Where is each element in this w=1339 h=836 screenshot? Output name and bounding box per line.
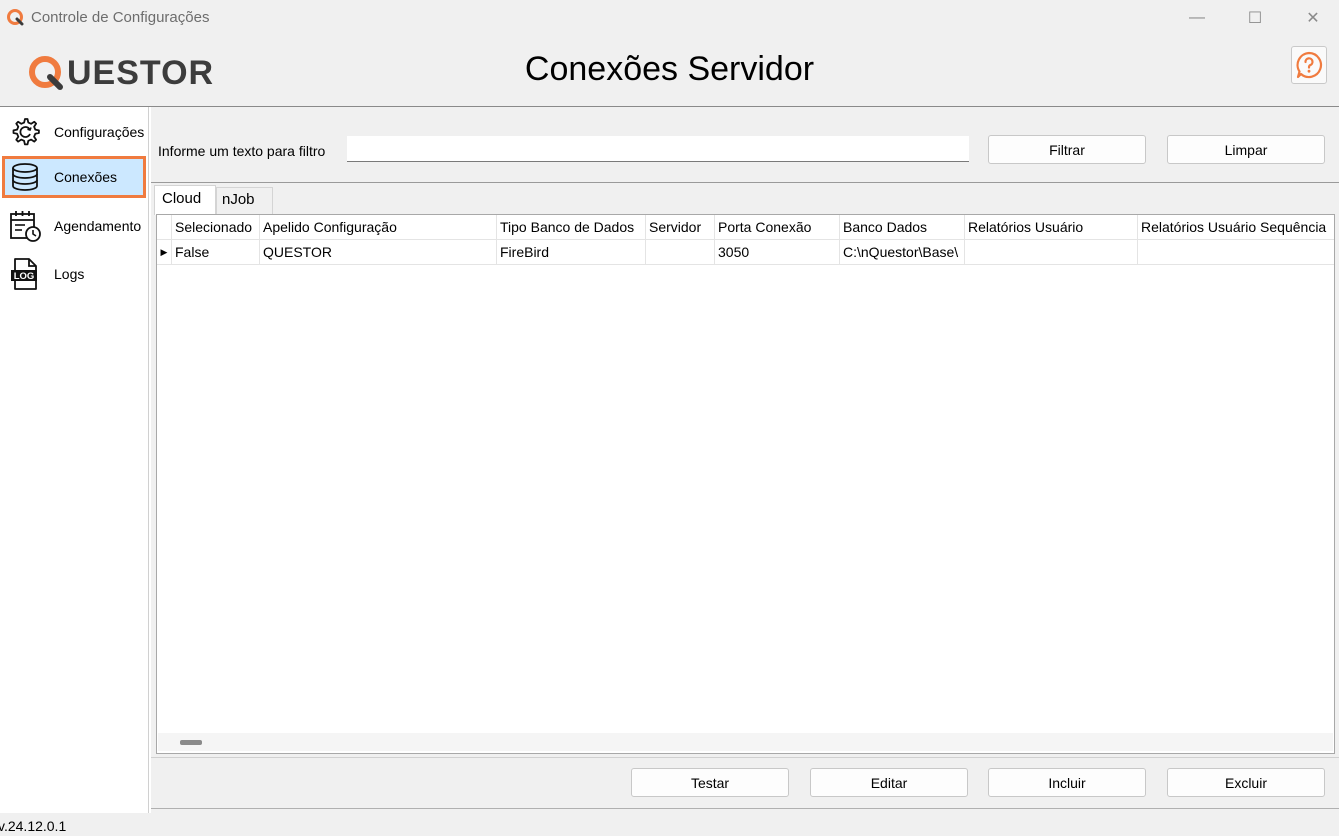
filter-button[interactable]: Filtrar <box>988 135 1146 164</box>
test-button[interactable]: Testar <box>631 768 789 797</box>
header: UESTOR Conexões Servidor <box>0 36 1339 107</box>
window-title: Controle de Configurações <box>31 9 210 26</box>
delete-button[interactable]: Excluir <box>1167 768 1325 797</box>
svg-text:LOG: LOG <box>14 271 35 282</box>
sidebar-item-logs[interactable]: LOG Logs <box>2 253 146 295</box>
sidebar-item-label: Logs <box>54 266 85 282</box>
help-button[interactable] <box>1291 46 1327 84</box>
grid-header-row: Selecionado Apelido Configuração Tipo Ba… <box>157 215 1334 240</box>
page-title: Conexões Servidor <box>524 50 815 88</box>
table-cell[interactable] <box>1138 240 1334 265</box>
table-cell[interactable]: QUESTOR <box>260 240 497 265</box>
app-logo-icon <box>7 9 24 26</box>
table-cell[interactable]: FireBird <box>497 240 646 265</box>
tab-cloud[interactable]: Cloud <box>154 185 216 215</box>
table-cell[interactable]: C:\nQuestor\Base\ <box>840 240 965 265</box>
column-header[interactable]: Banco Dados <box>840 215 965 240</box>
clear-button[interactable]: Limpar <box>1167 135 1325 164</box>
current-row-indicator-icon: ▶ <box>157 240 172 265</box>
table-cell[interactable] <box>646 240 715 265</box>
horizontal-scrollbar[interactable] <box>158 733 1333 751</box>
sidebar-item-label: Conexões <box>54 169 118 185</box>
column-header[interactable]: Apelido Configuração <box>260 215 497 240</box>
column-header[interactable]: Tipo Banco de Dados <box>497 215 646 240</box>
filter-input[interactable] <box>347 136 969 162</box>
divider <box>151 757 1339 758</box>
column-header[interactable]: Relatórios Usuário <box>965 215 1138 240</box>
sidebar-item-conexoes[interactable]: Conexões <box>2 156 146 198</box>
table-row[interactable]: ▶ False QUESTOR FireBird 3050 C:\nQuesto… <box>157 240 1334 265</box>
row-header-corner <box>157 215 172 240</box>
divider <box>151 182 1339 183</box>
sidebar-item-label: Agendamento <box>54 218 142 234</box>
sidebar: Configurações Conexões Agendamento LOG L… <box>0 107 149 813</box>
table-cell[interactable]: False <box>172 240 260 265</box>
calendar-clock-icon <box>8 209 42 243</box>
version-label: v.24.12.0.1 <box>0 818 67 834</box>
maximize-button[interactable]: ☐ <box>1232 0 1278 36</box>
tab-njob[interactable]: nJob <box>216 187 273 215</box>
table-cell[interactable] <box>965 240 1138 265</box>
add-button[interactable]: Incluir <box>988 768 1146 797</box>
content-panel: Informe um texto para filtro Filtrar Lim… <box>151 107 1339 813</box>
gear-icon <box>8 115 42 149</box>
sidebar-item-configuracoes[interactable]: Configurações <box>2 111 146 153</box>
title-bar: Controle de Configurações — ☐ ✕ <box>0 0 1339 36</box>
status-bar: v.24.12.0.1 <box>0 813 1339 836</box>
minimize-button[interactable]: — <box>1174 0 1220 36</box>
scrollbar-thumb[interactable] <box>180 740 202 745</box>
column-header[interactable]: Selecionado <box>172 215 260 240</box>
connections-grid: Selecionado Apelido Configuração Tipo Ba… <box>156 214 1335 754</box>
database-icon <box>8 160 42 194</box>
divider <box>151 808 1339 809</box>
column-header[interactable]: Porta Conexão <box>715 215 840 240</box>
edit-button[interactable]: Editar <box>810 768 968 797</box>
table-cell[interactable]: 3050 <box>715 240 840 265</box>
close-button[interactable]: ✕ <box>1290 0 1336 36</box>
column-header[interactable]: Relatórios Usuário Sequência <box>1138 215 1334 240</box>
column-header[interactable]: Servidor <box>646 215 715 240</box>
filter-label: Informe um texto para filtro <box>158 143 326 159</box>
log-file-icon: LOG <box>8 257 42 291</box>
question-bubble-icon <box>1296 51 1323 79</box>
sidebar-item-agendamento[interactable]: Agendamento <box>2 205 146 247</box>
sidebar-item-label: Configurações <box>54 124 145 140</box>
